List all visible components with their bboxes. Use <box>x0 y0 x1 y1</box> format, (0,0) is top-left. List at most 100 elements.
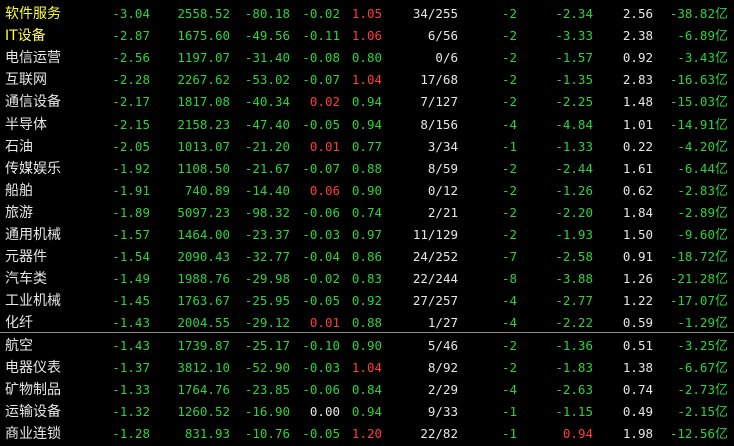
cell-price: 1108.50 <box>177 160 230 176</box>
cell-change: -25.17 <box>244 337 290 353</box>
cell-lead-count: -2 <box>501 160 517 176</box>
unit-label: 亿 <box>714 272 728 288</box>
cell-turnover: 1.38 <box>622 359 653 375</box>
cell-period-change: -2.22 <box>555 315 593 331</box>
cell-volume-ratio: 0.90 <box>351 337 382 353</box>
cell-change: -47.40 <box>244 116 290 132</box>
cell-volume-ratio: 0.94 <box>351 403 382 419</box>
table-row[interactable]: 电信运营 -2.56 1197.07 -31.40 -0.08 0.80 0/6 -2 -1.5… <box>0 47 734 69</box>
cell-lead-count: -2 <box>501 227 517 242</box>
cell-speed: -0.03 <box>302 359 340 375</box>
table-row[interactable]: 船舶 -1.91 740.89 -14.40 0.06 0.90 0/12 -2 -1.26 0.… <box>0 180 734 202</box>
unit-label: 亿 <box>714 183 728 199</box>
cell-price: 1817.08 <box>177 94 230 110</box>
cell-turnover: 1.22 <box>622 293 653 309</box>
cell-pct-change: -1.91 <box>112 182 150 198</box>
cell-net-inflow: -38.82亿 <box>669 6 728 22</box>
cell-speed: 0.02 <box>309 94 340 110</box>
cell-lead-count: -4 <box>501 315 517 331</box>
cell-net-inflow: -17.07亿 <box>669 293 728 310</box>
table-row[interactable]: 汽车类 -1.49 1988.76 -29.98 -0.02 0.83 22/244 -8 -3… <box>0 268 734 290</box>
cell-speed: -0.10 <box>302 337 340 353</box>
cell-up-down-count: 8/92 <box>427 359 458 375</box>
table-row[interactable]: 通用机械 -1.57 1464.00 -23.37 -0.03 0.97 11/129 -2 -… <box>0 224 734 246</box>
cell-net-inflow: -9.60亿 <box>677 227 728 243</box>
table-row[interactable]: 半导体 -2.15 2158.23 -47.40 -0.05 0.94 8/156 -4 -4.… <box>0 114 734 136</box>
cell-period-change: -2.34 <box>555 6 593 21</box>
cell-speed: -0.07 <box>302 160 340 176</box>
cell-speed: -0.02 <box>302 271 340 287</box>
table-row[interactable]: 航空 -1.43 1739.87 -25.17 -0.10 0.90 5/46 -2 -1.36… <box>0 335 734 357</box>
cell-turnover: 0.92 <box>622 50 653 66</box>
cell-speed: -0.06 <box>302 204 340 220</box>
cell-change: -52.90 <box>244 359 290 375</box>
cell-price: 1988.76 <box>177 271 230 287</box>
table-row[interactable]: 运输设备 -1.32 1260.52 -16.90 0.00 0.94 9/33 -1 -1.1… <box>0 401 734 423</box>
cell-period-change: -1.93 <box>555 227 593 242</box>
sector-name: IT设备 <box>5 28 46 45</box>
cell-up-down-count: 24/252 <box>412 249 458 265</box>
table-row[interactable]: 元器件 -1.54 2090.43 -32.77 -0.04 0.86 24/252 -7 -2… <box>0 246 734 268</box>
unit-label: 亿 <box>714 7 728 22</box>
cell-turnover: 2.83 <box>622 72 653 88</box>
table-row[interactable]: 石油 -2.05 1013.07 -21.20 0.01 0.77 3/34 -1 -1.33 0… <box>0 136 734 158</box>
sector-name: 旅游 <box>5 204 33 221</box>
cell-speed: -0.02 <box>302 6 340 21</box>
cell-net-inflow: -12.56亿 <box>669 425 728 442</box>
table-row[interactable]: IT设备 -2.87 1675.60 -49.56 -0.11 1.06 6/56 -2 -3.… <box>0 25 734 47</box>
cell-pct-change: -1.92 <box>112 160 150 176</box>
unit-label: 亿 <box>714 161 728 177</box>
cell-change: -29.12 <box>244 315 290 331</box>
cell-pct-change: -2.28 <box>112 72 150 88</box>
table-row[interactable]: 化纤 -1.43 2004.55 -29.12 0.01 0.88 1/27 -4 -2.22 0… <box>0 312 734 334</box>
sector-name: 船舶 <box>5 182 33 199</box>
table-row[interactable]: 电器仪表 -1.37 3812.10 -52.90 -0.03 1.04 8/92 -2 -1.… <box>0 357 734 379</box>
cell-lead-count: -2 <box>501 6 517 21</box>
cell-lead-count: -2 <box>501 182 517 198</box>
cell-period-change: -1.35 <box>555 72 593 88</box>
table-row[interactable]: 软件服务 -3.04 2558.52 -80.18 -0.02 1.05 34/255 -2 -… <box>0 3 734 25</box>
table-row[interactable]: 通信设备 -2.17 1817.08 -40.34 0.02 0.94 7/127 -2 -2.… <box>0 91 734 113</box>
table-row[interactable]: 传媒娱乐 -1.92 1108.50 -21.67 -0.07 0.88 8/59 -2 -2.… <box>0 158 734 180</box>
table-row[interactable]: 矿物制品 -1.33 1764.76 -23.85 -0.06 0.84 2/29 -4 -2.… <box>0 379 734 401</box>
cell-net-inflow: -3.43亿 <box>677 50 728 67</box>
table-row[interactable]: 工业机械 -1.45 1763.67 -25.95 -0.05 0.92 27/257 -4 -… <box>0 290 734 312</box>
sector-name: 电信运营 <box>5 50 61 67</box>
cell-change: -31.40 <box>244 50 290 66</box>
unit-label: 亿 <box>714 404 728 420</box>
cell-price: 2267.62 <box>177 72 230 88</box>
table-row[interactable]: 旅游 -1.89 5097.23 -98.32 -0.06 0.74 2/21 -2 -2.20… <box>0 202 734 224</box>
cell-price: 1260.52 <box>177 403 230 419</box>
cell-change: -29.98 <box>244 271 290 287</box>
sector-name: 元器件 <box>5 249 47 266</box>
cell-net-inflow: -21.28亿 <box>669 271 728 288</box>
cell-up-down-count: 5/46 <box>427 337 458 353</box>
cell-pct-change: -1.37 <box>112 359 150 375</box>
cell-up-down-count: 2/21 <box>427 204 458 220</box>
table-row[interactable]: 互联网 -2.28 2267.62 -53.02 -0.07 1.04 17/68 -2 -1.… <box>0 69 734 91</box>
cell-change: -16.90 <box>244 403 290 419</box>
cell-net-inflow: -4.20亿 <box>677 138 728 155</box>
cell-lead-count: -8 <box>501 271 517 287</box>
cell-net-inflow: -6.44亿 <box>677 160 728 177</box>
cell-pct-change: -1.43 <box>112 315 150 331</box>
cell-change: -14.40 <box>244 182 290 198</box>
table-row[interactable]: 商业连锁 -1.28 831.93 -10.76 -0.05 1.20 22/82 -1 0.9… <box>0 423 734 445</box>
cell-price: 1464.00 <box>177 227 230 242</box>
cell-speed: -0.05 <box>302 425 340 441</box>
unit-label: 亿 <box>714 338 728 354</box>
cell-change: -53.02 <box>244 72 290 88</box>
cell-up-down-count: 22/244 <box>412 271 458 287</box>
cell-volume-ratio: 0.74 <box>351 204 382 220</box>
cell-price: 2558.52 <box>177 6 230 21</box>
cell-lead-count: -2 <box>501 28 517 44</box>
unit-label: 亿 <box>714 228 728 243</box>
cell-pct-change: -1.28 <box>112 425 150 441</box>
cell-up-down-count: 6/56 <box>427 28 458 44</box>
cell-speed: -0.08 <box>302 50 340 66</box>
unit-label: 亿 <box>714 250 728 266</box>
cell-up-down-count: 8/156 <box>420 116 458 132</box>
cell-pct-change: -2.87 <box>112 28 150 44</box>
cell-up-down-count: 9/33 <box>427 403 458 419</box>
unit-label: 亿 <box>714 51 728 67</box>
